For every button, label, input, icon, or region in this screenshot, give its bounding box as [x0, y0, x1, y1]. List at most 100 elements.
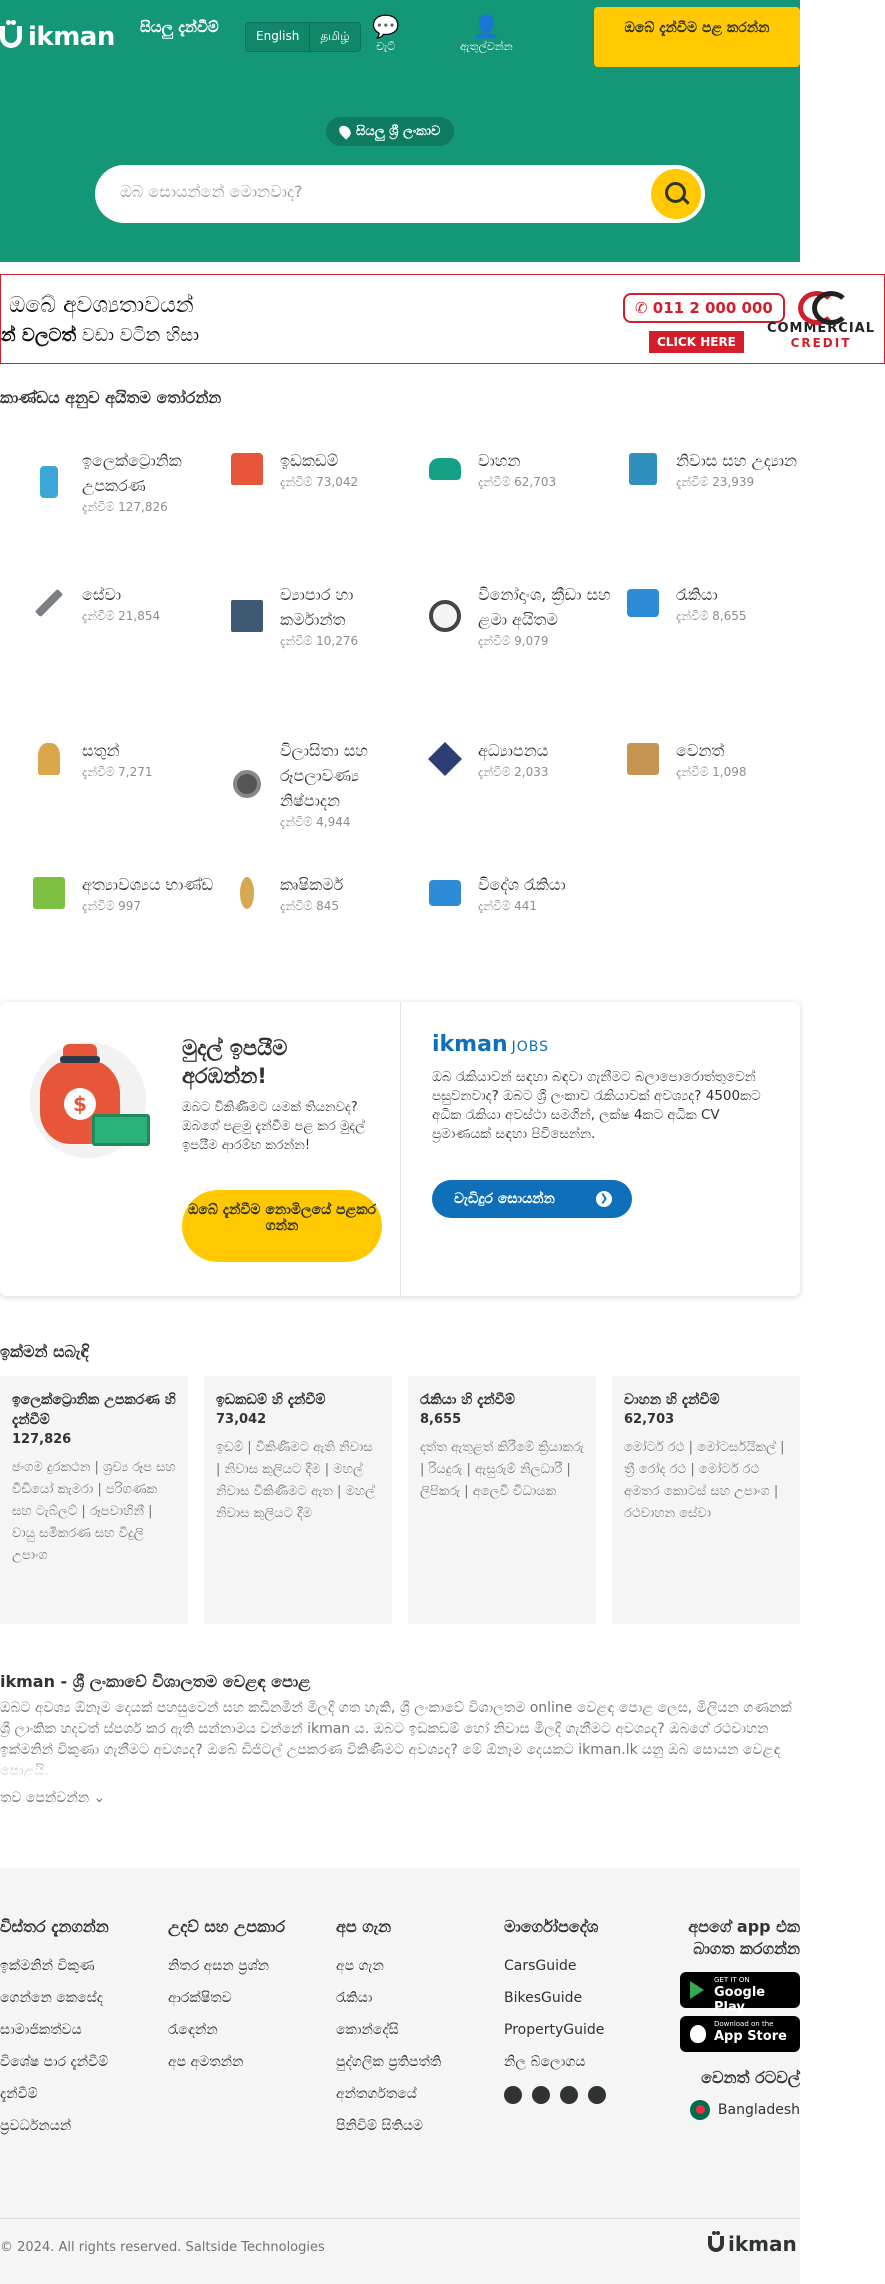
- seo-title: ikman - ශ්‍රී ලංකාවේ විශාලතම වෙළඳ පොළ: [0, 1672, 311, 1691]
- footer-col-help: උදව් සහ උපකාර නිතර අසන ප්‍රශ්න ආරක්ෂිතව රැ…: [168, 1916, 285, 2078]
- location-selector[interactable]: සියලු ශ්‍රී ලංකාව: [326, 117, 455, 146]
- facebook-icon[interactable]: [504, 2086, 522, 2104]
- category-item[interactable]: සතුන් දැන්වීම් 7,271: [30, 738, 220, 780]
- footer-link[interactable]: CarsGuide: [504, 1950, 606, 1982]
- footer-link[interactable]: ආරක්ෂිතව: [168, 1982, 285, 2014]
- category-item[interactable]: ඉඩකඩම් දැන්වීම් 73,042: [228, 448, 418, 490]
- footer-col-app: අපගේ app එක බාගත කරගන්න GET IT ON Google …: [660, 1916, 800, 2120]
- footer-link[interactable]: අප අමතන්න: [168, 2046, 285, 2078]
- chat-icon: 💬: [372, 15, 400, 40]
- footer-link[interactable]: කොන්දේසි: [336, 2014, 441, 2046]
- find-jobs-button[interactable]: වැඩිදුර සොයන්න ❯: [432, 1180, 632, 1218]
- footer-link[interactable]: පිනිවිම් සිතියම: [336, 2110, 441, 2142]
- tiktok-icon[interactable]: [560, 2086, 578, 2104]
- footer-logo[interactable]: ikman: [708, 2231, 797, 2256]
- category-ad-count: දැන්වීම් 8,655: [676, 609, 747, 623]
- quick-link-card[interactable]: වාහන හි දැන්වීම් 62,703 මෝටර් රථ | මෝටර්සය…: [612, 1376, 800, 1624]
- categories-title: කාණ්ඩය අනුව අයිතම තෝරන්න: [0, 388, 222, 407]
- search-input[interactable]: [120, 182, 600, 201]
- quick-link-subcategories[interactable]: ඉඩම් | විකිණීමට ඇති නිවාස | නිවාස කුලියට…: [216, 1437, 380, 1525]
- footer-divider: [0, 2218, 800, 2219]
- bangladesh-flag-icon: [689, 2100, 710, 2120]
- youtube-icon[interactable]: [588, 2086, 606, 2104]
- quick-link-title: වාහන හි දැන්වීම්: [624, 1392, 720, 1408]
- category-name: අත්‍යාවශ්‍යය භාණ්ඩ: [82, 875, 214, 894]
- footer-link[interactable]: විශේෂ පාර දැන්වීම්: [0, 2046, 109, 2078]
- commercial-credit-banner[interactable]: ඔබේ අවශ්‍යතාවයන් න් වලටත් වඩා වටින හිසා …: [0, 274, 885, 364]
- grocery-icon: [30, 874, 68, 912]
- quick-link-card[interactable]: ඉඩකඩම් හි දැන්වීම් 73,042 ඉඩම් | විකිණීමට …: [204, 1376, 392, 1624]
- category-item[interactable]: ව්‍යාපාර හා කර්මාන්ත දැන්වීම් 10,276: [228, 582, 418, 649]
- category-name: අධ්‍යාපනය: [478, 741, 549, 760]
- footer-link[interactable]: දැන්වීම්: [0, 2078, 109, 2110]
- car-icon: [426, 450, 464, 488]
- quick-link-subcategories[interactable]: මෝටර් රථ | මෝටර්සයිකල් | ත්‍රී රෝද රථ | …: [624, 1437, 788, 1525]
- category-name: රැකියා: [676, 585, 718, 604]
- ikman-logo[interactable]: ikman: [0, 20, 115, 52]
- footer-link[interactable]: ප්‍රවර්ධනයන්: [0, 2110, 109, 2142]
- category-name: සේවා: [82, 585, 122, 604]
- footer-link[interactable]: රැකියා: [336, 1982, 441, 2014]
- post-ad-button[interactable]: ඔබේ දැන්වීම පළ කරන්න: [594, 7, 800, 67]
- money-bag-icon: $: [30, 1032, 150, 1162]
- search-bar: [95, 165, 705, 223]
- footer-link[interactable]: රැඳෙන්න: [168, 2014, 285, 2046]
- category-name: ඉඩකඩම්: [280, 451, 339, 470]
- show-more-link[interactable]: තව පෙන්වන්න ⌄: [0, 1790, 105, 1806]
- ikman-smile-icon: [708, 2231, 724, 2252]
- lang-tamil-button[interactable]: தமிழ்: [309, 23, 360, 51]
- footer-link[interactable]: සාමාජිකත්වය: [0, 2014, 109, 2046]
- banner-phone: ✆ 011 2 000 000: [623, 293, 785, 323]
- search-button[interactable]: [651, 169, 701, 219]
- tools-icon: [30, 584, 68, 622]
- football-icon: [426, 597, 464, 635]
- chat-link[interactable]: 💬 චැට්: [372, 16, 399, 54]
- footer-link[interactable]: අන්තර්ගතයේ: [336, 2078, 441, 2110]
- quick-link-subcategories[interactable]: ජංගම දුරකථන | ශ්‍රව්‍ය රූප සහ වීඩියෝ කැම…: [12, 1457, 176, 1567]
- footer-link[interactable]: ඉක්මනින් විකුණ: [0, 1950, 109, 1982]
- category-ad-count: දැන්වීම් 7,271: [82, 765, 153, 779]
- category-item[interactable]: විදේශ රැකියා දැන්වීම් 441: [426, 872, 616, 914]
- category-item[interactable]: විනෝදාංශ, ක්‍රීඩා සහ ළමා අයිතම දැන්වීම් 9…: [426, 582, 616, 649]
- footer-link[interactable]: ගෙන්නෙ කෙසේද: [0, 1982, 109, 2014]
- quick-link-card[interactable]: රැකියා හි දැන්වීම් 8,655 දත්ත ඇතුළත් කිරීම…: [408, 1376, 596, 1624]
- footer-link[interactable]: අප ගැන: [336, 1950, 441, 1982]
- category-item[interactable]: විලාසිතා සහ රූපලාවණ්‍ය නිෂ්පාදන දැන්වීම් …: [228, 738, 418, 830]
- banner-click-here-button[interactable]: CLICK HERE: [649, 331, 744, 353]
- account-link[interactable]: 👤 ඇතුල්වන්න: [460, 16, 513, 54]
- country-link-bangladesh[interactable]: Bangladesh: [660, 2100, 800, 2120]
- all-ads-link[interactable]: සියලු දැන්වීම්: [140, 16, 220, 38]
- category-item[interactable]: රැකියා දැන්වීම් 8,655: [624, 582, 814, 624]
- category-item[interactable]: සේවා දැන්වීම් 21,854: [30, 582, 220, 624]
- post-free-ad-button[interactable]: ඔබේ දැන්වීම නොමිලයේ පළකර ගන්න: [182, 1190, 382, 1262]
- category-item[interactable]: අත්‍යාවශ්‍යය භාණ්ඩ දැන්වීම් 997: [30, 872, 220, 914]
- category-item[interactable]: කෘෂිකර්ම දැන්වීම් 845: [228, 872, 418, 914]
- category-ad-count: දැන්වීම් 21,854: [82, 609, 161, 623]
- house-icon: [228, 450, 266, 488]
- google-play-button[interactable]: GET IT ON Google Play: [680, 1972, 800, 2015]
- category-ad-count: දැන්වීම් 62,703: [478, 475, 557, 489]
- category-ad-count: දැන්වීම් 10,276: [280, 634, 359, 648]
- quick-link-card[interactable]: ඉලෙක්ට්‍රොනික උපකරණ හි දැන්වීම් 127,826 ජං…: [0, 1376, 188, 1624]
- lang-english-button[interactable]: English: [246, 23, 310, 51]
- footer-col-more-info: විස්තර දැනගන්න ඉක්මනින් විකුණ ගෙන්නෙ කෙසේ…: [0, 1916, 109, 2142]
- quick-link-title: ඉලෙක්ට්‍රොනික උපකරණ හි දැන්වීම්: [12, 1392, 176, 1428]
- category-item[interactable]: නිවාස සහ උද්‍යාන දැන්වීම් 23,939: [624, 448, 814, 490]
- category-item[interactable]: ඉලෙක්ට්‍රොනික උපකරණ දැන්වීම් 127,826: [30, 448, 220, 515]
- footer-link[interactable]: නිතර අසන ප්‍රශ්න: [168, 1950, 285, 1982]
- arrow-right-icon: ❯: [596, 1191, 612, 1207]
- category-item[interactable]: වාහන දැන්වීම් 62,703: [426, 448, 616, 490]
- promo-section: $ මුදල් ඉපයීම අරඹන්න! ඔබට විකිණීමට යමක් …: [0, 1002, 800, 1296]
- footer-link[interactable]: පුද්ගලික ප්‍රතිපත්ති: [336, 2046, 441, 2078]
- category-item[interactable]: වෙනත් දැන්වීම් 1,098: [624, 738, 814, 780]
- promo-description: ඔබට විකිණීමට යමක් තියනවද? ඔබගේ පළමු දැන්…: [182, 1100, 365, 1153]
- footer-link[interactable]: PropertyGuide: [504, 2014, 606, 2046]
- category-ad-count: දැන්වීම් 127,826: [82, 500, 168, 514]
- x-twitter-icon[interactable]: [532, 2086, 550, 2104]
- quick-link-subcategories[interactable]: දත්ත ඇතුළත් කිරීමේ ක්‍රියාකරු | රියදුරු …: [420, 1437, 584, 1503]
- category-item[interactable]: අධ්‍යාපනය දැන්වීම් 2,033: [426, 738, 616, 780]
- category-name: සතුන්: [82, 741, 120, 760]
- app-store-button[interactable]: Download on the App Store: [680, 2016, 800, 2052]
- footer-link[interactable]: නිල බ්ලොගය: [504, 2046, 606, 2078]
- footer-link[interactable]: BikesGuide: [504, 1982, 606, 2014]
